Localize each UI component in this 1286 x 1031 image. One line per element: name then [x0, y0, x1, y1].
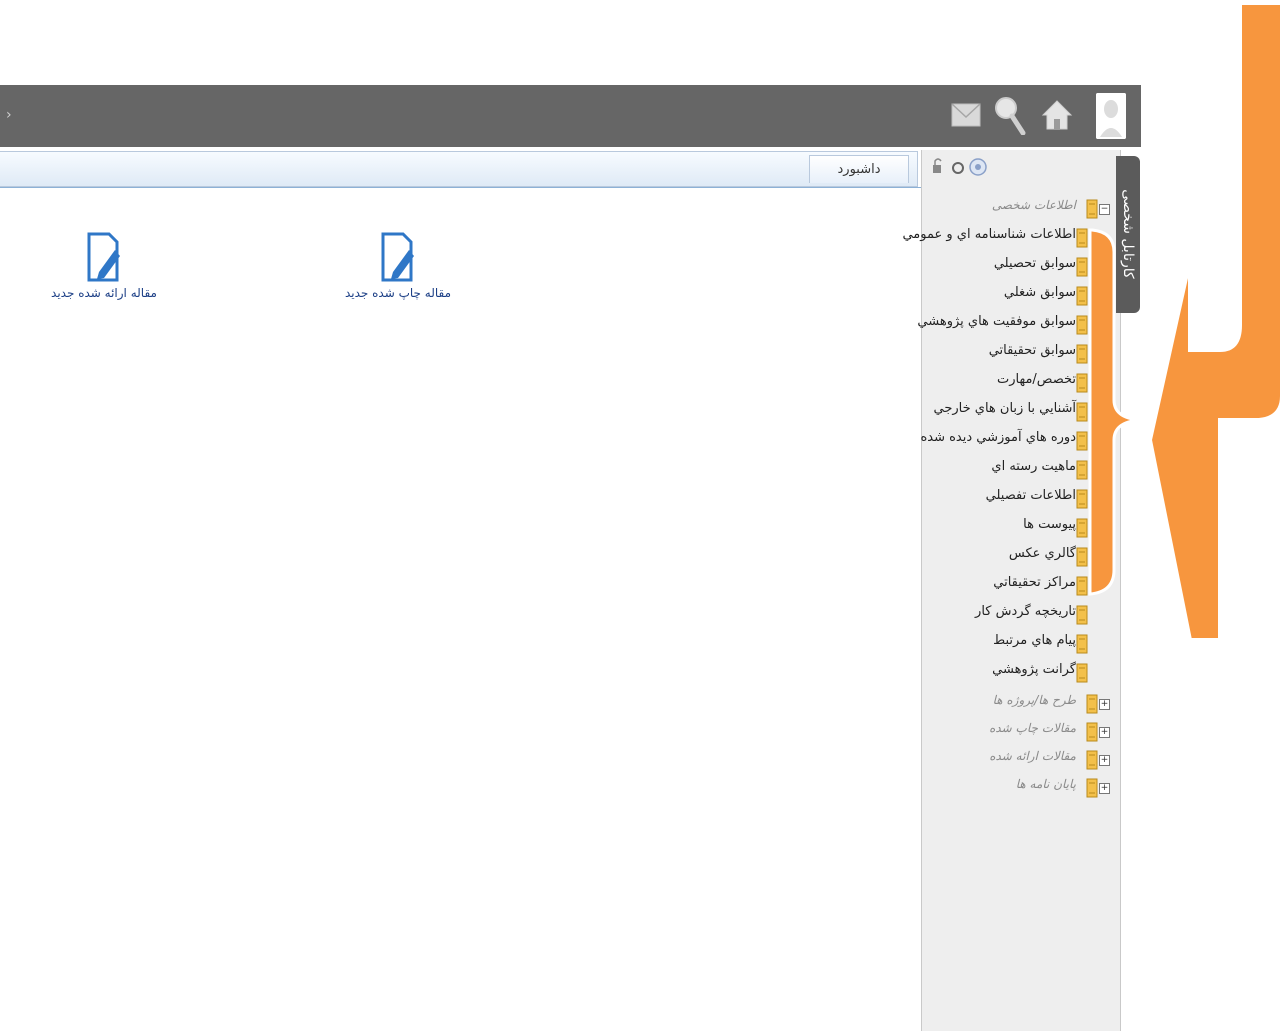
sidebar-tools — [933, 158, 987, 176]
book-icon — [1076, 431, 1088, 451]
book-icon — [1076, 576, 1088, 596]
tree-item-label: پيوست ها — [1023, 517, 1076, 532]
tree-item-label: تخصص/مهارت — [996, 372, 1076, 387]
divider — [0, 187, 921, 188]
book-icon — [1076, 605, 1088, 625]
user-avatar-icon[interactable] — [1096, 93, 1126, 139]
tree-item-label: اطلاعات شناسنامه اي و عمومي — [902, 227, 1076, 242]
annotation-arrow — [1147, 1, 1284, 642]
tree-item[interactable]: گرانت پژوهشي — [930, 661, 1120, 687]
tree-item[interactable]: آشنايي با زبان هاي خارجي — [930, 400, 1120, 426]
tree-item-label: دوره هاي آموزشي ديده شده — [920, 430, 1076, 445]
mail-icon[interactable] — [950, 95, 982, 135]
refresh-icon[interactable] — [969, 158, 987, 176]
edit-document-icon — [381, 232, 414, 282]
shortcut-published-label: مقاله چاپ شده جدید — [344, 286, 452, 300]
tree-group-label: طرح ها/پروژه ها — [992, 693, 1076, 707]
tree-item-label: سوابق موفقيت هاي پژوهشي — [917, 314, 1076, 329]
tree-group[interactable]: + طرح ها/پروژه ها — [930, 692, 1120, 718]
expand-icon[interactable]: + — [1099, 727, 1110, 738]
tree-item-label: سوابق تحقيقاتي — [988, 343, 1076, 358]
top-toolbar: › — [0, 85, 1141, 147]
tree-item-label: پيام هاي مرتبط — [993, 633, 1076, 648]
tree-item-label: اطلاعات تفصيلي — [985, 488, 1076, 503]
tree-item-label: مراكز تحقيقاتي — [993, 575, 1076, 590]
book-icon — [1076, 460, 1088, 480]
tree-item[interactable]: پيوست ها — [930, 516, 1120, 542]
tab-dashboard[interactable]: داشبورد — [809, 155, 909, 183]
tree-group[interactable]: + مقالات ارائه شده — [930, 748, 1120, 774]
tree-item-label: ماهيت رسته اي — [991, 459, 1076, 474]
unlock-icon[interactable] — [933, 158, 942, 173]
tree-item[interactable]: مراكز تحقيقاتي — [930, 574, 1120, 600]
tree-item-label: آشنايي با زبان هاي خارجي — [933, 401, 1077, 416]
tree-item[interactable]: اطلاعات تفصيلي — [930, 487, 1120, 513]
tree-label: اطلاعات شخصی — [991, 198, 1076, 212]
tree-item-label: سوابق تحصيلي — [993, 256, 1076, 271]
tree-item[interactable]: تخصص/مهارت — [930, 371, 1120, 397]
book-icon — [1076, 344, 1088, 364]
collapse-icon[interactable]: − — [1099, 204, 1110, 215]
circle-icon[interactable] — [952, 162, 964, 174]
edit-document-icon — [87, 232, 120, 282]
book-icon — [1076, 373, 1088, 393]
tree-item-label: گالري عکس — [1008, 546, 1076, 561]
book-icon — [1076, 663, 1088, 683]
tree-item[interactable]: پيام هاي مرتبط — [930, 632, 1120, 658]
book-icon — [1076, 489, 1088, 509]
expand-icon[interactable]: + — [1099, 755, 1110, 766]
tree-item[interactable]: تاريخچه گردش كار — [930, 603, 1120, 629]
tree-item-label: سوابق شغلي — [1003, 285, 1076, 300]
book-icon — [1076, 634, 1088, 654]
tree-group-label: مقالات چاپ شده — [989, 721, 1076, 735]
book-icon — [1076, 547, 1088, 567]
tree-group-label: مقالات ارائه شده — [989, 749, 1076, 763]
tree-root-personal-info[interactable]: − اطلاعات شخصی — [930, 197, 1120, 223]
tree-item[interactable]: سوابق شغلي — [930, 284, 1120, 310]
book-icon — [1076, 286, 1088, 306]
tree-item[interactable]: دوره هاي آموزشي ديده شده — [920, 429, 1120, 455]
shortcut-published-article[interactable]: مقاله چاپ شده جدید — [328, 232, 468, 300]
shortcut-presented-label: مقاله ارائه شده جدید — [51, 286, 157, 300]
expand-icon[interactable]: + — [1099, 783, 1110, 794]
tree-item[interactable]: اطلاعات شناسنامه اي و عمومي — [902, 226, 1120, 252]
book-icon — [1086, 694, 1098, 714]
book-icon — [1086, 722, 1098, 742]
tab-bar: داشبورد — [0, 151, 918, 187]
tree-item-label: گرانت پژوهشي — [992, 662, 1076, 677]
tree-item[interactable]: گالري عکس — [930, 545, 1120, 571]
book-icon — [1076, 402, 1088, 422]
book-icon — [1086, 778, 1098, 798]
book-icon — [1076, 518, 1088, 538]
book-icon — [1086, 750, 1098, 770]
book-icon — [1076, 257, 1088, 277]
tree-item[interactable]: سوابق موفقيت هاي پژوهشي — [917, 313, 1120, 339]
tree-group[interactable]: + مقالات چاپ شده — [930, 720, 1120, 746]
tab-dashboard-label: داشبورد — [837, 162, 881, 177]
book-icon — [1076, 228, 1088, 248]
search-icon[interactable] — [992, 95, 1028, 135]
tree-item-label: تاريخچه گردش كار — [975, 604, 1076, 619]
book-icon — [1086, 199, 1098, 219]
chevron-right-icon[interactable]: › — [6, 107, 12, 123]
book-icon — [1076, 315, 1088, 335]
tree-group-label: پايان نامه ها — [1015, 777, 1076, 791]
tree-group[interactable]: + پايان نامه ها — [930, 776, 1120, 802]
expand-icon[interactable]: + — [1099, 699, 1110, 710]
tree-item[interactable]: سوابق تحصيلي — [930, 255, 1120, 281]
shortcut-presented-article[interactable]: مقاله ارائه شده جدید — [34, 232, 174, 300]
tree-item[interactable]: سوابق تحقيقاتي — [930, 342, 1120, 368]
tree-item[interactable]: ماهيت رسته اي — [930, 458, 1120, 484]
home-icon[interactable] — [1040, 95, 1074, 135]
